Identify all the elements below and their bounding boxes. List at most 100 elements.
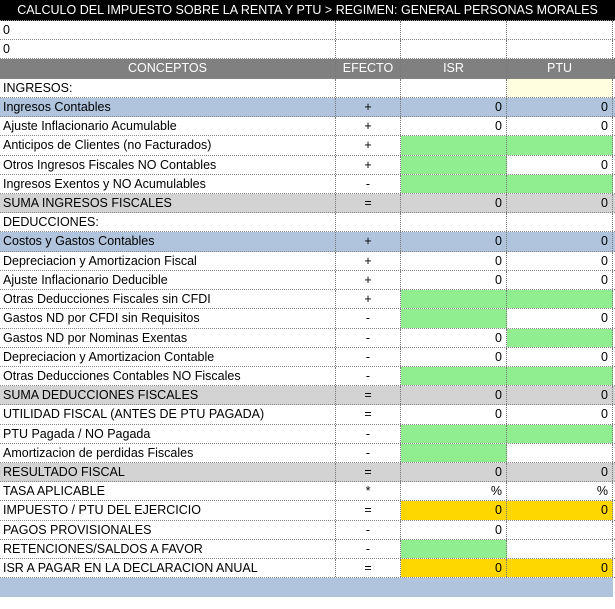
efecto-cell[interactable]: - [336, 174, 401, 193]
isr-cell[interactable] [401, 424, 507, 443]
efecto-cell[interactable] [336, 78, 401, 97]
cell[interactable] [336, 40, 401, 59]
efecto-cell[interactable]: + [336, 290, 401, 309]
concept-cell[interactable]: PTU Pagada / NO Pagada [0, 424, 336, 443]
isr-cell[interactable]: 0 [401, 386, 507, 405]
isr-cell[interactable]: 0 [401, 117, 507, 136]
ptu-cell[interactable] [507, 443, 613, 463]
isr-cell[interactable] [401, 136, 507, 155]
concept-cell[interactable]: TASA APLICABLE [0, 482, 336, 501]
efecto-cell[interactable]: + [336, 97, 401, 117]
cell[interactable] [401, 21, 507, 40]
isr-cell[interactable] [401, 213, 507, 232]
efecto-cell[interactable]: - [336, 424, 401, 443]
isr-cell[interactable]: 0 [401, 559, 507, 578]
concept-cell[interactable]: Depreciacion y Amortizacion Contable [0, 347, 336, 366]
ptu-cell[interactable] [507, 366, 613, 386]
ptu-cell[interactable] [507, 539, 613, 559]
efecto-cell[interactable]: - [336, 309, 401, 328]
efecto-cell[interactable]: = [336, 405, 401, 424]
concept-cell[interactable]: SUMA INGRESOS FISCALES [0, 193, 336, 213]
concept-cell[interactable]: IMPUESTO / PTU DEL EJERCICIO [0, 501, 336, 520]
concept-cell[interactable]: INGRESOS: [0, 78, 336, 97]
efecto-cell[interactable]: + [336, 117, 401, 136]
ptu-cell[interactable]: 0 [507, 232, 613, 251]
top-value-cell[interactable]: 0 [0, 40, 336, 59]
concept-cell[interactable]: Ingresos Exentos y NO Acumulables [0, 174, 336, 193]
ptu-cell[interactable] [507, 78, 613, 97]
ptu-cell[interactable] [507, 424, 613, 443]
isr-cell[interactable]: 0 [401, 520, 507, 539]
ptu-cell[interactable]: 0 [507, 155, 613, 174]
ptu-cell[interactable]: % [507, 482, 613, 501]
ptu-cell[interactable]: 0 [507, 386, 613, 405]
isr-cell[interactable] [401, 366, 507, 386]
ptu-cell[interactable]: 0 [507, 193, 613, 213]
concept-cell[interactable]: Otros Ingresos Fiscales NO Contables [0, 155, 336, 174]
concept-cell[interactable]: Gastos ND por Nominas Exentas [0, 328, 336, 347]
efecto-cell[interactable]: = [336, 501, 401, 520]
efecto-cell[interactable]: - [336, 443, 401, 463]
efecto-cell[interactable]: + [336, 232, 401, 251]
cell[interactable] [507, 40, 613, 59]
concept-cell[interactable]: RESULTADO FISCAL [0, 463, 336, 482]
concept-cell[interactable]: Depreciacion y Amortizacion Fiscal [0, 251, 336, 270]
isr-cell[interactable]: 0 [401, 251, 507, 270]
efecto-cell[interactable]: + [336, 251, 401, 270]
cell[interactable] [336, 21, 401, 40]
concept-cell[interactable]: PAGOS PROVISIONALES [0, 520, 336, 539]
isr-cell[interactable]: 0 [401, 97, 507, 117]
concept-cell[interactable]: Anticipos de Clientes (no Facturados) [0, 136, 336, 155]
top-value-cell[interactable]: 0 [0, 21, 336, 40]
ptu-cell[interactable]: 0 [507, 559, 613, 578]
concept-cell[interactable]: UTILIDAD FISCAL (ANTES DE PTU PAGADA) [0, 405, 336, 424]
concept-cell[interactable]: Costos y Gastos Contables [0, 232, 336, 251]
isr-cell[interactable] [401, 155, 507, 174]
concept-cell[interactable]: Ajuste Inflacionario Acumulable [0, 117, 336, 136]
isr-cell[interactable]: % [401, 482, 507, 501]
efecto-cell[interactable]: + [336, 270, 401, 290]
cell[interactable] [507, 21, 613, 40]
isr-cell[interactable] [401, 290, 507, 309]
isr-cell[interactable]: 0 [401, 347, 507, 366]
efecto-cell[interactable]: + [336, 136, 401, 155]
isr-cell[interactable] [401, 78, 507, 97]
ptu-cell[interactable] [507, 520, 613, 539]
efecto-cell[interactable]: = [336, 193, 401, 213]
isr-cell[interactable]: 0 [401, 405, 507, 424]
isr-cell[interactable] [401, 539, 507, 559]
concept-cell[interactable]: Ajuste Inflacionario Deducible [0, 270, 336, 290]
ptu-cell[interactable] [507, 136, 613, 155]
ptu-cell[interactable] [507, 290, 613, 309]
ptu-cell[interactable]: 0 [507, 97, 613, 117]
efecto-cell[interactable]: = [336, 463, 401, 482]
ptu-cell[interactable]: 0 [507, 117, 613, 136]
concept-cell[interactable]: Otras Deducciones Fiscales sin CFDI [0, 290, 336, 309]
ptu-cell[interactable]: 0 [507, 270, 613, 290]
efecto-cell[interactable]: - [336, 366, 401, 386]
concept-cell[interactable]: Gastos ND por CFDI sin Requisitos [0, 309, 336, 328]
concept-cell[interactable]: Ingresos Contables [0, 97, 336, 117]
isr-cell[interactable]: 0 [401, 270, 507, 290]
ptu-cell[interactable]: 0 [507, 501, 613, 520]
isr-cell[interactable]: 0 [401, 328, 507, 347]
efecto-cell[interactable]: = [336, 559, 401, 578]
efecto-cell[interactable]: = [336, 386, 401, 405]
concept-cell[interactable]: RETENCIONES/SALDOS A FAVOR [0, 539, 336, 559]
efecto-cell[interactable]: - [336, 328, 401, 347]
isr-cell[interactable] [401, 174, 507, 193]
ptu-cell[interactable] [507, 213, 613, 232]
ptu-cell[interactable]: 0 [507, 251, 613, 270]
efecto-cell[interactable]: - [336, 520, 401, 539]
efecto-cell[interactable]: - [336, 539, 401, 559]
cell[interactable] [401, 40, 507, 59]
isr-cell[interactable]: 0 [401, 193, 507, 213]
isr-cell[interactable]: 0 [401, 501, 507, 520]
ptu-cell[interactable]: 0 [507, 347, 613, 366]
ptu-cell[interactable]: 0 [507, 309, 613, 328]
ptu-cell[interactable]: 0 [507, 463, 613, 482]
efecto-cell[interactable]: * [336, 482, 401, 501]
isr-cell[interactable] [401, 309, 507, 328]
ptu-cell[interactable]: 0 [507, 405, 613, 424]
isr-cell[interactable]: 0 [401, 463, 507, 482]
